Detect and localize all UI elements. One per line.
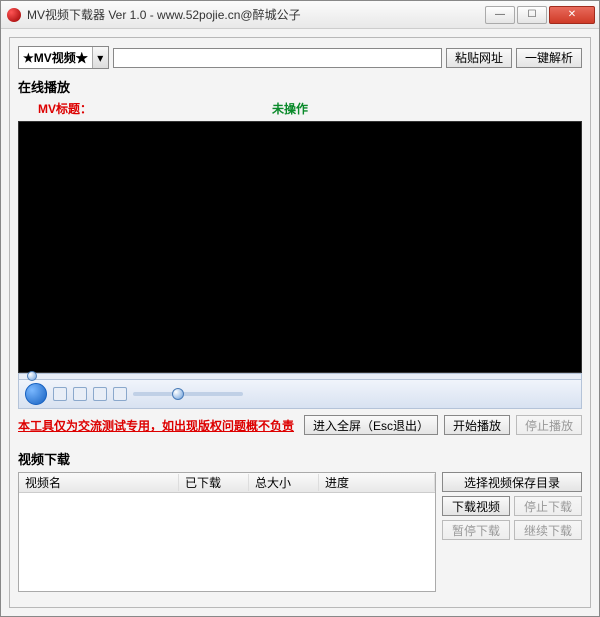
download-section-label: 视频下载 <box>18 449 582 468</box>
status-row: MV标题： 未操作 <box>18 96 582 121</box>
col-total[interactable]: 总大小 <box>249 474 319 491</box>
maximize-button[interactable]: ☐ <box>517 6 547 24</box>
col-name[interactable]: 视频名 <box>19 474 179 491</box>
download-section: 视频下载 视频名 已下载 总大小 进度 选择视频保存目录 下载视频 <box>18 441 582 592</box>
source-combo-label: ★MV视频★ <box>19 47 92 68</box>
next-icon[interactable] <box>93 387 107 401</box>
fullscreen-button[interactable]: 进入全屏（Esc退出） <box>304 415 438 435</box>
start-play-button[interactable]: 开始播放 <box>444 415 510 435</box>
download-body: 视频名 已下载 总大小 进度 选择视频保存目录 下载视频 停止下载 <box>18 472 582 592</box>
minimize-button[interactable]: — <box>485 6 515 24</box>
top-controls: ★MV视频★ ▾ 粘贴网址 一键解析 <box>18 46 582 69</box>
parse-button[interactable]: 一键解析 <box>516 48 582 68</box>
choose-dir-button[interactable]: 选择视频保存目录 <box>442 472 582 492</box>
volume-slider[interactable] <box>133 392 243 396</box>
download-buttons: 选择视频保存目录 下载视频 停止下载 暂停下载 继续下载 <box>442 472 582 592</box>
paste-url-button[interactable]: 粘贴网址 <box>446 48 512 68</box>
player-controls <box>18 379 582 409</box>
play-controls-row: 本工具仅为交流测试专用，如出现版权问题概不负责 进入全屏（Esc退出） 开始播放… <box>18 415 582 435</box>
volume-icon[interactable] <box>113 387 127 401</box>
volume-knob[interactable] <box>172 388 184 400</box>
col-progress[interactable]: 进度 <box>319 474 435 491</box>
window-title: MV视频下载器 Ver 1.0 - www.52pojie.cn@醉城公子 <box>27 6 483 23</box>
play-icon[interactable] <box>25 383 47 405</box>
inner-panel: ★MV视频★ ▾ 粘贴网址 一键解析 在线播放 MV标题： 未操作 <box>9 37 591 608</box>
chevron-down-icon[interactable]: ▾ <box>92 47 108 68</box>
titlebar[interactable]: MV视频下载器 Ver 1.0 - www.52pojie.cn@醉城公子 — … <box>1 1 599 29</box>
seek-bar[interactable] <box>18 373 582 379</box>
seek-knob[interactable] <box>27 371 37 381</box>
app-window: MV视频下载器 Ver 1.0 - www.52pojie.cn@醉城公子 — … <box>0 0 600 617</box>
prev-icon[interactable] <box>73 387 87 401</box>
table-header: 视频名 已下载 总大小 进度 <box>19 473 435 493</box>
source-combo[interactable]: ★MV视频★ ▾ <box>18 46 109 69</box>
download-button[interactable]: 下载视频 <box>442 496 510 516</box>
window-buttons: — ☐ ✕ <box>483 6 595 24</box>
close-button[interactable]: ✕ <box>549 6 595 24</box>
stop-icon[interactable] <box>53 387 67 401</box>
stop-download-button[interactable]: 停止下载 <box>514 496 582 516</box>
col-downloaded[interactable]: 已下载 <box>179 474 249 491</box>
video-player[interactable] <box>18 121 582 373</box>
resume-download-button[interactable]: 继续下载 <box>514 520 582 540</box>
download-table[interactable]: 视频名 已下载 总大小 进度 <box>18 472 436 592</box>
client-area: ★MV视频★ ▾ 粘贴网址 一键解析 在线播放 MV标题： 未操作 <box>1 29 599 616</box>
play-section-label: 在线播放 <box>18 77 582 96</box>
mv-title-label: MV标题： <box>38 100 92 117</box>
app-icon <box>7 8 21 22</box>
url-input[interactable] <box>113 48 442 68</box>
status-text: 未操作 <box>272 100 308 117</box>
pause-download-button[interactable]: 暂停下载 <box>442 520 510 540</box>
disclaimer-text: 本工具仅为交流测试专用，如出现版权问题概不负责 <box>18 417 298 434</box>
stop-play-button[interactable]: 停止播放 <box>516 415 582 435</box>
